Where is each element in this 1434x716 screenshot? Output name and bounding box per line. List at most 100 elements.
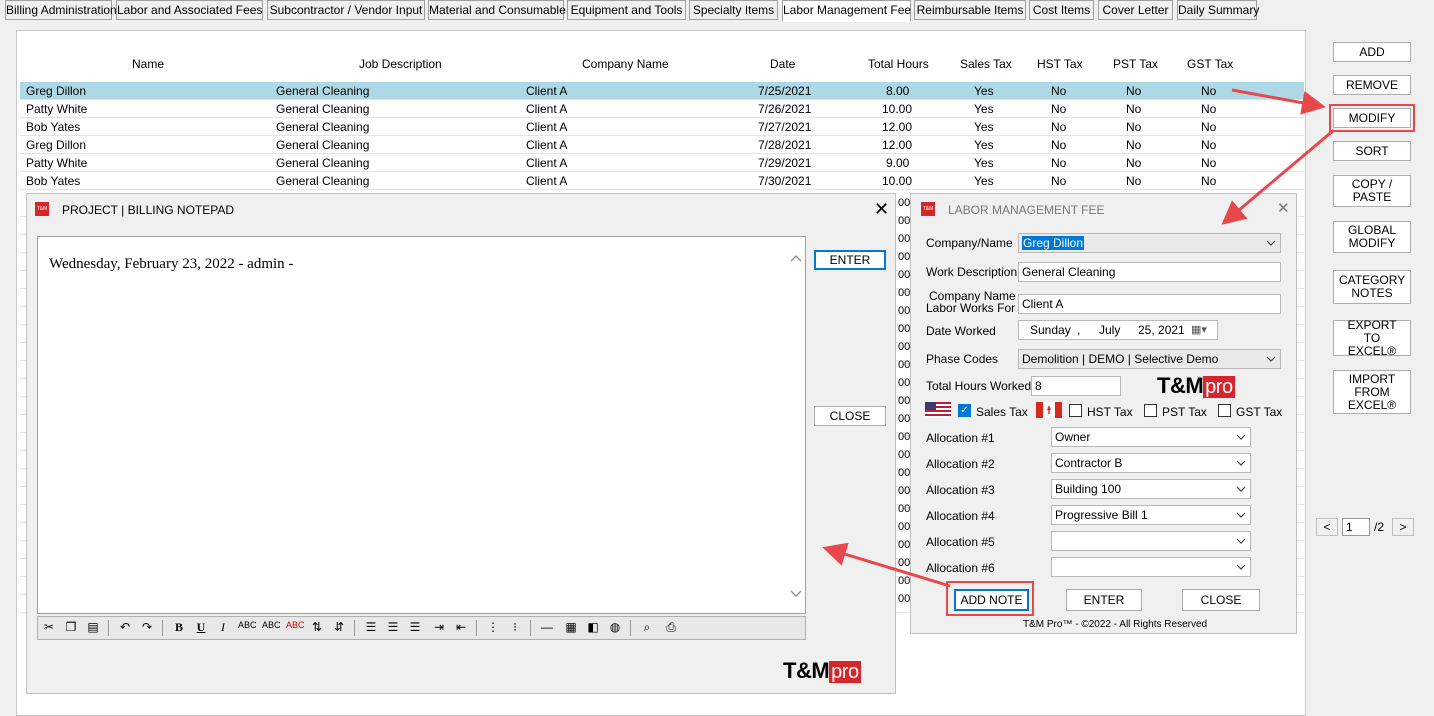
labor-close-button[interactable]: CLOSE <box>1182 589 1260 611</box>
chevron-down-icon <box>1236 460 1246 466</box>
col-header-sales-tax[interactable]: Sales Tax <box>960 57 1012 71</box>
page-number-input[interactable]: 1 <box>1342 518 1370 536</box>
scroll-down-icon[interactable] <box>790 589 802 599</box>
outdent-icon[interactable]: ⇤ <box>452 620 470 634</box>
tab-cover-letter[interactable]: Cover Letter <box>1098 0 1173 20</box>
chevron-down-icon <box>1236 486 1246 492</box>
align-right-icon[interactable]: ☰ <box>406 620 424 634</box>
col-header-pst-tax[interactable]: PST Tax <box>1113 57 1158 71</box>
spellcheck-icon[interactable]: ABC <box>286 620 305 630</box>
image-icon[interactable]: ◧ <box>584 620 602 634</box>
table-row[interactable]: Patty White General Cleaning Client A 7/… <box>20 154 1304 172</box>
align-left-icon[interactable]: ☰ <box>362 620 380 634</box>
tab-reimbursable-items[interactable]: Reimbursable Items <box>914 0 1026 20</box>
gst-tax-checkbox[interactable] <box>1218 404 1231 417</box>
find-icon[interactable]: ⌕ <box>638 620 656 635</box>
undo-icon[interactable]: ↶ <box>116 620 134 634</box>
allocation-select[interactable] <box>1051 531 1251 551</box>
add-button[interactable]: ADD <box>1333 42 1411 62</box>
sort-button[interactable]: SORT <box>1333 141 1411 161</box>
us-flag-icon <box>925 402 951 418</box>
col-header-gst-tax[interactable]: GST Tax <box>1187 57 1233 71</box>
global-modify-button[interactable]: GLOBAL MODIFY <box>1333 221 1411 253</box>
cell-pst-tax: No <box>1126 84 1142 98</box>
import-excel-button[interactable]: IMPORT FROM EXCEL® <box>1333 370 1411 414</box>
strikethrough-icon[interactable]: ABC <box>238 620 257 630</box>
allocation-select[interactable]: Progressive Bill 1 <box>1051 505 1251 525</box>
company-name-select[interactable]: Greg Dillon <box>1018 233 1281 253</box>
numbered-list-icon[interactable]: ⁝ <box>506 620 524 634</box>
allocation-select[interactable] <box>1051 557 1251 577</box>
pst-tax-checkbox[interactable] <box>1144 404 1157 417</box>
allocation-select[interactable]: Contractor B <box>1051 453 1251 473</box>
table-icon[interactable]: ▦ <box>562 620 580 634</box>
col-header-date[interactable]: Date <box>770 57 795 71</box>
sort-asc-icon[interactable]: ⇅ <box>308 620 326 634</box>
sort-desc-icon[interactable]: ⇵ <box>330 620 348 634</box>
italic-icon[interactable]: I <box>214 620 232 635</box>
allocation-value: Progressive Bill 1 <box>1055 508 1148 522</box>
prev-page-button[interactable]: < <box>1316 518 1338 536</box>
cell-hours: 8.00 <box>886 84 910 98</box>
close-icon[interactable]: ✕ <box>1277 200 1290 218</box>
table-row[interactable]: Greg Dillon General Cleaning Client A 7/… <box>20 136 1304 154</box>
print-icon[interactable]: ⎙ <box>662 620 680 635</box>
notepad-close-button[interactable]: CLOSE <box>814 406 886 426</box>
col-header-company-name[interactable]: Company Name <box>582 57 669 71</box>
col-header-total-hours[interactable]: Total Hours <box>868 57 929 71</box>
table-row[interactable]: Bob Yates General Cleaning Client A 7/30… <box>20 172 1304 190</box>
total-hours-input[interactable]: 8 <box>1031 376 1121 396</box>
redo-icon[interactable]: ↷ <box>138 620 156 634</box>
double-strike-icon[interactable]: ABC <box>262 620 281 630</box>
table-row[interactable]: Bob Yates General Cleaning Client A 7/27… <box>20 118 1304 136</box>
next-page-button[interactable]: > <box>1392 518 1414 536</box>
sales-tax-checkbox[interactable]: ✓ <box>958 404 971 417</box>
tab-equipment-tools[interactable]: Equipment and Tools <box>567 0 686 20</box>
underline-icon[interactable]: U <box>192 620 210 635</box>
copy-paste-button[interactable]: COPY / PASTE <box>1333 175 1411 207</box>
work-description-input[interactable]: General Cleaning <box>1018 262 1281 282</box>
tab-daily-summary[interactable]: Daily Summary <box>1177 0 1259 20</box>
tab-subcontractor-vendor[interactable]: Subcontractor / Vendor Input <box>267 0 425 20</box>
table-row[interactable]: Patty White General Cleaning Client A 7/… <box>20 100 1304 118</box>
tab-material-consumable[interactable]: Material and Consumable <box>428 0 566 20</box>
notepad-editor[interactable]: Wednesday, February 23, 2022 - admin - <box>37 236 806 614</box>
link-icon[interactable]: ◍ <box>606 620 624 634</box>
tab-labor-associated-fees[interactable]: Labor and Associated Fees <box>116 0 263 20</box>
calendar-icon[interactable]: ▦▾ <box>1191 321 1207 339</box>
bullet-list-icon[interactable]: ⋮ <box>484 620 502 634</box>
hst-tax-checkbox[interactable] <box>1069 404 1082 417</box>
col-header-hst-tax[interactable]: HST Tax <box>1037 57 1083 71</box>
tm-pro-logo: T&M pro <box>1157 373 1235 398</box>
phase-codes-select[interactable]: Demolition | DEMO | Selective Demo <box>1018 349 1281 369</box>
cut-icon[interactable]: ✂ <box>40 620 58 634</box>
allocation-select[interactable]: Building 100 <box>1051 479 1251 499</box>
export-excel-button[interactable]: EXPORT TO EXCEL® <box>1333 318 1411 357</box>
partial-hours-cell: 00 <box>898 575 911 587</box>
allocation-select[interactable]: Owner <box>1051 427 1251 447</box>
category-notes-button[interactable]: CATEGORY NOTES <box>1333 270 1411 304</box>
col-header-job-description[interactable]: Job Description <box>359 57 442 71</box>
align-center-icon[interactable]: ☰ <box>384 620 402 634</box>
labor-enter-button[interactable]: ENTER <box>1066 589 1142 611</box>
close-icon[interactable]: ✕ <box>874 200 889 218</box>
company-works-for-input[interactable]: Client A <box>1018 294 1281 314</box>
bold-icon[interactable]: B <box>170 620 188 635</box>
table-row[interactable]: Greg Dillon General Cleaning Client A 7/… <box>20 82 1304 100</box>
remove-button[interactable]: REMOVE <box>1333 75 1411 95</box>
tab-cost-items[interactable]: Cost Items <box>1029 0 1094 20</box>
indent-icon[interactable]: ⇥ <box>430 620 448 634</box>
tab-specialty-items[interactable]: Specialty Items <box>689 0 778 20</box>
modify-button[interactable]: MODIFY <box>1329 104 1415 132</box>
date-worked-picker[interactable]: Sunday , July 25, 2021 ▦▾ <box>1018 320 1218 340</box>
copyright-footer: T&M Pro™ - ©2022 - All Rights Reserved <box>1023 619 1208 630</box>
scroll-up-icon[interactable] <box>790 253 802 263</box>
col-header-name[interactable]: Name <box>132 57 164 71</box>
pst-tax-label: PST Tax <box>1162 405 1207 419</box>
copy-icon[interactable]: ❐ <box>62 620 80 634</box>
horizontal-line-icon[interactable]: — <box>538 620 556 634</box>
paste-icon[interactable]: ▤ <box>84 620 102 634</box>
notepad-enter-button[interactable]: ENTER <box>814 250 886 270</box>
tab-labor-management-fee[interactable]: Labor Management Fee <box>782 0 911 22</box>
tab-billing-administration[interactable]: Billing Administration <box>5 0 117 20</box>
